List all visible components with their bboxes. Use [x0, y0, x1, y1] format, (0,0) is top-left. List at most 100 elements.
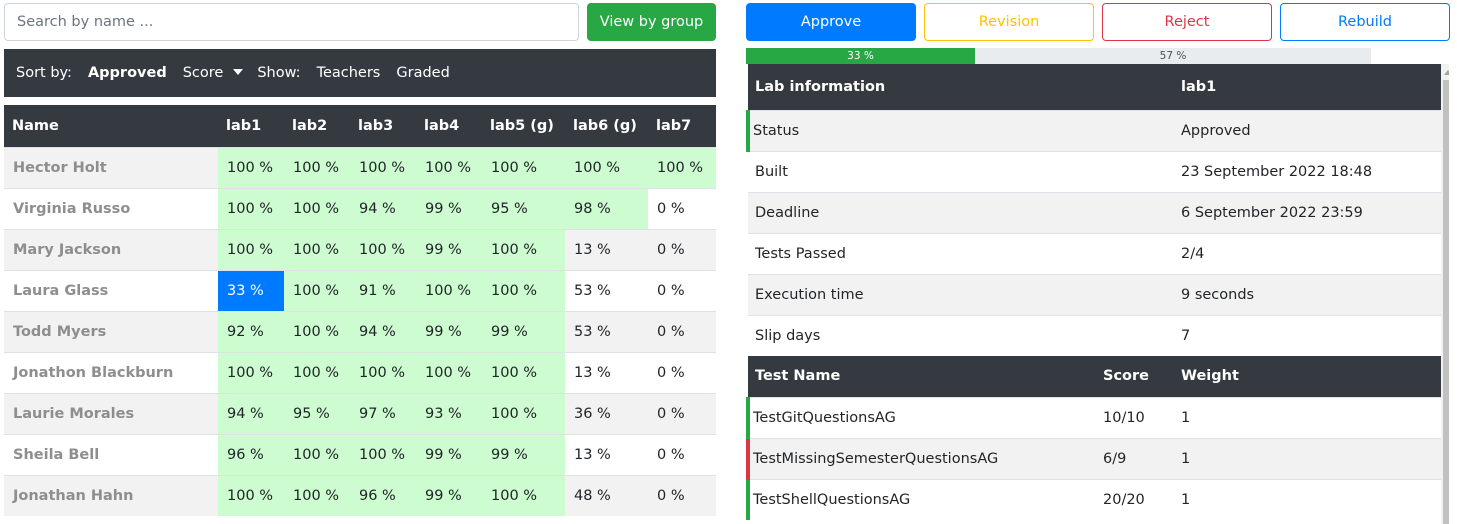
score-cell[interactable]: 100 % [416, 269, 482, 311]
test-weight: 1 [1174, 396, 1442, 438]
score-cell[interactable]: 100 % [482, 392, 565, 434]
column-header-lab6[interactable]: lab6 (g) [565, 105, 648, 147]
score-cell[interactable]: 99 % [416, 310, 482, 352]
score-cell[interactable]: 100 % [284, 228, 350, 270]
test-score: 10/10 [1096, 396, 1174, 438]
score-cell[interactable]: 100 % [482, 146, 565, 188]
score-cell[interactable]: 95 % [284, 392, 350, 434]
score-cell[interactable]: 92 % [218, 310, 284, 352]
score-cell[interactable]: 100 % [648, 146, 716, 188]
score-cell[interactable]: 100 % [284, 433, 350, 475]
score-cell[interactable]: 36 % [565, 392, 648, 434]
score-cell[interactable]: 0 % [648, 228, 716, 270]
score-cell[interactable]: 100 % [218, 187, 284, 229]
sort-score-option[interactable]: Score [183, 65, 224, 81]
score-cell[interactable]: 100 % [284, 269, 350, 311]
score-cell[interactable]: 94 % [350, 310, 416, 352]
score-cell[interactable]: 96 % [218, 433, 284, 475]
score-cell[interactable]: 100 % [416, 351, 482, 393]
score-cell[interactable]: 100 % [218, 351, 284, 393]
tests-header-name: Test Name [748, 356, 1096, 397]
sort-direction-icon[interactable] [233, 69, 244, 75]
score-cell[interactable]: 100 % [482, 228, 565, 270]
score-cell[interactable]: 100 % [284, 187, 350, 229]
score-cell[interactable]: 100 % [416, 146, 482, 188]
score-cell[interactable]: 100 % [284, 310, 350, 352]
sort-approved-option[interactable]: Approved [88, 65, 167, 81]
show-graded-toggle[interactable]: Graded [396, 65, 449, 81]
lab-info-row: Execution time 9 seconds [748, 273, 1442, 315]
score-cell[interactable]: 94 % [350, 187, 416, 229]
score-cell[interactable]: 100 % [350, 228, 416, 270]
column-header-lab5[interactable]: lab5 (g) [482, 105, 565, 147]
score-cell[interactable]: 100 % [350, 433, 416, 475]
table-row: Virginia Russo 100 % 100 % 94 % 99 % 95 % 98 %… [4, 187, 716, 229]
score-cell[interactable]: 97 % [350, 392, 416, 434]
score-cell[interactable]: 0 % [648, 310, 716, 352]
column-header-name[interactable]: Name [4, 105, 218, 147]
column-header-lab7[interactable]: lab7 [648, 105, 716, 147]
score-cell[interactable]: 100 % [482, 351, 565, 393]
test-score: 6/9 [1096, 437, 1174, 479]
column-header-lab3[interactable]: lab3 [350, 105, 416, 147]
search-row: View by group [4, 3, 716, 41]
scrollbar-thumb[interactable] [1443, 80, 1449, 524]
table-row: Jonathon Blackburn 100 % 100 % 100 % 100 % 10… [4, 351, 716, 393]
column-header-lab2[interactable]: lab2 [284, 105, 350, 147]
score-cell[interactable]: 100 % [350, 351, 416, 393]
score-cell[interactable]: 96 % [350, 474, 416, 516]
lab-info-value: Approved [1174, 109, 1442, 151]
scroll-up-icon[interactable] [1444, 70, 1449, 75]
test-name: TestGitQuestionsAG [746, 396, 1096, 438]
score-cell[interactable]: 0 % [648, 433, 716, 475]
approve-button[interactable]: Approve [746, 3, 916, 41]
score-cell[interactable]: 0 % [648, 351, 716, 393]
score-cell[interactable]: 99 % [482, 433, 565, 475]
score-cell[interactable]: 99 % [416, 228, 482, 270]
view-by-group-button[interactable]: View by group [587, 3, 716, 41]
score-cell[interactable]: 100 % [284, 474, 350, 516]
score-cell[interactable]: 93 % [416, 392, 482, 434]
sort-bar: Sort by: Approved Score Show: Teachers G… [4, 49, 716, 97]
score-cell[interactable]: 0 % [648, 269, 716, 311]
score-cell[interactable]: 100 % [218, 474, 284, 516]
score-cell[interactable]: 0 % [648, 392, 716, 434]
student-name: Todd Myers [4, 310, 218, 352]
score-cell[interactable]: 94 % [218, 392, 284, 434]
score-cell[interactable]: 100 % [218, 228, 284, 270]
lab-info-value: 2/4 [1174, 232, 1442, 274]
score-cell[interactable]: 100 % [565, 146, 648, 188]
score-cell[interactable]: 13 % [565, 351, 648, 393]
lab-info-row: Status Approved [746, 109, 1442, 151]
score-cell[interactable]: 100 % [218, 146, 284, 188]
table-row: Sheila Bell 96 % 100 % 100 % 99 % 99 % 13 % 0 % [4, 433, 716, 475]
score-cell[interactable]: 33 % [218, 269, 284, 311]
reject-button[interactable]: Reject [1102, 3, 1272, 41]
score-cell[interactable]: 95 % [482, 187, 565, 229]
score-cell[interactable]: 100 % [482, 474, 565, 516]
score-cell[interactable]: 99 % [482, 310, 565, 352]
score-cell[interactable]: 99 % [416, 433, 482, 475]
score-cell[interactable]: 48 % [565, 474, 648, 516]
score-cell[interactable]: 100 % [482, 269, 565, 311]
revision-button[interactable]: Revision [924, 3, 1094, 41]
score-cell[interactable]: 13 % [565, 228, 648, 270]
score-cell[interactable]: 100 % [284, 146, 350, 188]
show-teachers-toggle[interactable]: Teachers [317, 65, 381, 81]
score-cell[interactable]: 53 % [565, 269, 648, 311]
score-cell[interactable]: 99 % [416, 187, 482, 229]
score-cell[interactable]: 13 % [565, 433, 648, 475]
score-cell[interactable]: 99 % [416, 474, 482, 516]
column-header-lab4[interactable]: lab4 [416, 105, 482, 147]
score-cell[interactable]: 0 % [648, 187, 716, 229]
score-cell[interactable]: 100 % [350, 146, 416, 188]
score-cell[interactable]: 91 % [350, 269, 416, 311]
score-cell[interactable]: 0 % [648, 474, 716, 516]
rebuild-button[interactable]: Rebuild [1280, 3, 1450, 41]
search-input[interactable] [4, 3, 579, 41]
score-cell[interactable]: 98 % [565, 187, 648, 229]
score-cell[interactable]: 100 % [284, 351, 350, 393]
table-row: Mary Jackson 100 % 100 % 100 % 99 % 100 % 13 %… [4, 228, 716, 270]
score-cell[interactable]: 53 % [565, 310, 648, 352]
column-header-lab1[interactable]: lab1 [218, 105, 284, 147]
